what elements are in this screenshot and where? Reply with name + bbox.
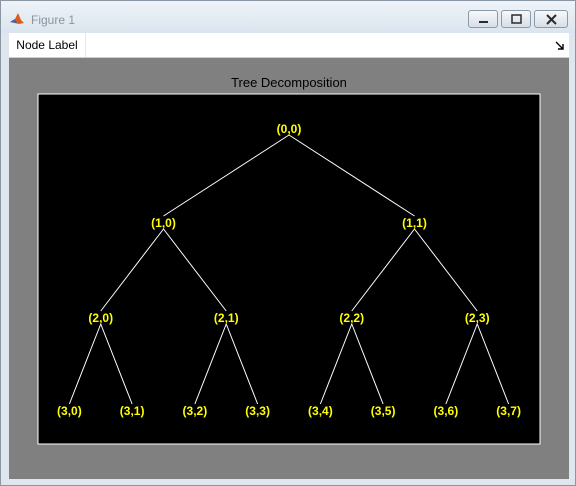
matlab-logo-icon: [10, 13, 24, 24]
tree-node-label[interactable]: (3,2): [183, 404, 208, 418]
title-bar[interactable]: Figure 1: [1, 1, 575, 33]
tree-node-label[interactable]: (2,0): [88, 311, 113, 325]
window-title: Figure 1: [31, 13, 76, 27]
close-icon: [546, 14, 557, 25]
tree-node-label[interactable]: (2,1): [214, 311, 239, 325]
minimize-icon: [479, 21, 488, 23]
menu-bar: Node Label: [9, 33, 569, 58]
tree-node-label[interactable]: (0,0): [277, 122, 302, 136]
tree-node-label[interactable]: (3,6): [434, 404, 459, 418]
tree-node-label[interactable]: (3,1): [120, 404, 145, 418]
maximize-icon: [511, 14, 522, 24]
tree-node-label[interactable]: (1,1): [402, 216, 427, 230]
tree-node-label[interactable]: (3,7): [496, 404, 521, 418]
tree-node-label[interactable]: (3,5): [371, 404, 396, 418]
axes-background: [37, 93, 541, 445]
tree-node-label[interactable]: (3,4): [308, 404, 333, 418]
node-label-menu[interactable]: Node Label: [9, 33, 86, 57]
tree-node-label[interactable]: (3,0): [57, 404, 82, 418]
dock-arrow-icon[interactable]: [555, 41, 565, 51]
close-button[interactable]: [534, 10, 568, 28]
minimize-button[interactable]: [468, 10, 498, 28]
tree-node-label[interactable]: (3,3): [245, 404, 270, 418]
figure-canvas: Tree Decomposition (0,0) (1,0) (1,1) (2,0)(…: [9, 58, 569, 479]
maximize-button[interactable]: [501, 10, 531, 28]
tree-node-label[interactable]: (1,0): [151, 216, 176, 230]
tree-node-label[interactable]: (2,3): [465, 311, 490, 325]
tree-node-label[interactable]: (2,2): [339, 311, 364, 325]
tree-axes[interactable]: (0,0) (1,0) (1,1) (2,0) (2,1) (2,2) (2,3) (3,0)…: [9, 58, 569, 479]
figure-window: Figure 1 Node Label Tree Decomposition (…: [0, 0, 576, 486]
